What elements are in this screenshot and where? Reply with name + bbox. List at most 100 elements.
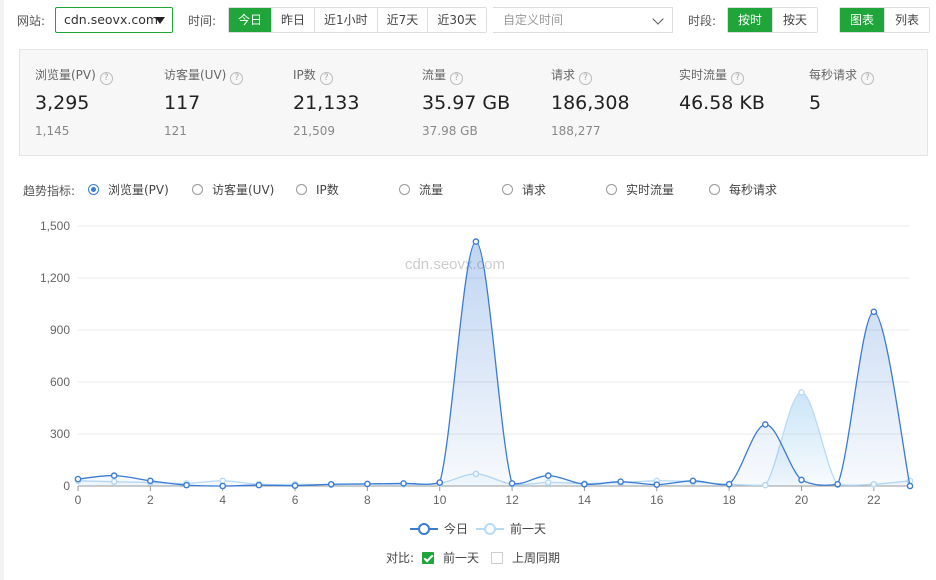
help-icon[interactable]: ? bbox=[861, 72, 875, 85]
stat-prev-value: 1,145 bbox=[35, 124, 70, 138]
trend-chart: 0 300 600 900 1,200 1,500 cdn.seovx.com 0 2 4 6 8 10… bbox=[40, 219, 914, 507]
stat-value: 3,295 bbox=[35, 92, 90, 114]
indicator-option-label: 浏览量(PV) bbox=[108, 183, 169, 197]
stat-prev-value: 121 bbox=[164, 124, 187, 138]
x-tick-label: 16 bbox=[650, 493, 664, 507]
help-icon[interactable]: ? bbox=[319, 72, 333, 85]
compare-option-prev-day[interactable]: 前一天 bbox=[422, 549, 479, 566]
period-option-day[interactable]: 按天 bbox=[773, 8, 817, 32]
data-point-today bbox=[219, 482, 226, 490]
radio-icon bbox=[502, 184, 513, 195]
legend-label: 今日 bbox=[444, 522, 469, 536]
time-option-1h[interactable]: 近1小时 bbox=[315, 8, 378, 32]
radio-icon bbox=[296, 184, 307, 195]
stat-label: 流量 bbox=[422, 68, 447, 82]
stat-label: IP数 bbox=[293, 68, 316, 82]
data-point-today bbox=[74, 475, 82, 483]
indicator-option-uv[interactable]: 访客量(UV) bbox=[192, 181, 274, 198]
custom-time-picker[interactable]: 自定义时间 bbox=[493, 7, 673, 33]
stat-value: 21,133 bbox=[293, 92, 360, 114]
y-tick-label: 1,500 bbox=[40, 219, 70, 233]
custom-time-placeholder: 自定义时间 bbox=[503, 13, 564, 27]
y-tick-label: 1,200 bbox=[40, 271, 70, 285]
time-option-today[interactable]: 今日 bbox=[229, 8, 273, 32]
legend-marker-icon bbox=[476, 523, 504, 535]
x-tick-label: 8 bbox=[364, 493, 371, 507]
indicator-option-rps[interactable]: 每秒请求 bbox=[709, 181, 777, 198]
y-tick-label: 300 bbox=[50, 427, 70, 441]
indicator-option-pv[interactable]: 浏览量(PV) bbox=[88, 181, 169, 198]
checkbox-checked-icon bbox=[422, 552, 434, 564]
data-point-today bbox=[834, 480, 841, 488]
time-option-30d[interactable]: 近30天 bbox=[428, 8, 485, 32]
site-select[interactable]: cdn.seovx.com bbox=[55, 7, 173, 33]
data-point-today bbox=[147, 477, 154, 485]
x-tick-label: 12 bbox=[505, 493, 519, 507]
view-toggle-group: 图表 列表 bbox=[839, 7, 931, 33]
view-option-list[interactable]: 列表 bbox=[885, 8, 929, 32]
y-tick-label: 900 bbox=[50, 323, 70, 337]
data-point-today bbox=[508, 480, 516, 487]
data-point-today bbox=[400, 480, 407, 487]
period-option-hour[interactable]: 按时 bbox=[728, 8, 774, 32]
chevron-down-icon bbox=[652, 13, 664, 25]
indicator-option-label: 每秒请求 bbox=[729, 183, 778, 197]
data-point-prev-day bbox=[219, 477, 226, 485]
data-point-today bbox=[472, 238, 480, 245]
time-option-yesterday[interactable]: 昨日 bbox=[272, 8, 316, 32]
stat-value: 35.97 GB bbox=[422, 92, 511, 114]
data-point-today bbox=[798, 476, 805, 484]
y-tick-label: 0 bbox=[63, 479, 70, 493]
chart-watermark: cdn.seovx.com bbox=[405, 256, 505, 273]
help-icon[interactable]: ? bbox=[731, 72, 745, 85]
radio-icon bbox=[606, 184, 617, 195]
stat-label: 实时流量 bbox=[679, 68, 728, 82]
legend-marker-icon bbox=[410, 523, 438, 535]
data-point-prev-day bbox=[798, 389, 805, 396]
stat-value: 5 bbox=[809, 92, 822, 114]
indicator-option-ip[interactable]: IP数 bbox=[296, 181, 339, 198]
legend-prev-day[interactable]: 前一天 bbox=[476, 520, 546, 537]
data-point-today bbox=[689, 477, 697, 485]
time-option-7d[interactable]: 近7天 bbox=[378, 8, 429, 32]
data-point-today bbox=[581, 480, 588, 488]
stat-prev-value: 37.98 GB bbox=[422, 124, 478, 138]
compare-option-label: 上周同期 bbox=[512, 551, 561, 565]
stat-prev-value: 21,509 bbox=[293, 124, 335, 138]
data-point-today bbox=[291, 482, 299, 489]
stat-value: 46.58 KB bbox=[679, 92, 765, 114]
data-point-today bbox=[436, 479, 444, 486]
site-select-value: cdn.seovx.com bbox=[64, 12, 159, 27]
view-option-chart[interactable]: 图表 bbox=[840, 8, 886, 32]
stat-label: 每秒请求 bbox=[809, 68, 858, 82]
x-tick-label: 14 bbox=[578, 493, 592, 507]
x-tick-label: 18 bbox=[722, 493, 736, 507]
x-tick-label: 22 bbox=[867, 493, 881, 507]
help-icon[interactable]: ? bbox=[99, 72, 113, 85]
time-range-group: 今日 昨日 近1小时 近7天 近30天 bbox=[228, 7, 487, 33]
x-tick-label: 6 bbox=[292, 493, 299, 507]
radio-icon bbox=[399, 184, 410, 195]
data-point-today bbox=[906, 482, 914, 490]
data-point-today bbox=[762, 421, 769, 428]
indicator-label: 趋势指标: bbox=[23, 184, 76, 198]
data-point-today bbox=[327, 480, 335, 488]
stat-value: 117 bbox=[164, 92, 201, 114]
data-point-today bbox=[110, 472, 118, 479]
help-icon[interactable]: ? bbox=[230, 72, 244, 85]
site-label: 网站: bbox=[17, 14, 46, 28]
radio-icon bbox=[709, 184, 720, 195]
legend-today[interactable]: 今日 bbox=[410, 520, 468, 537]
compare-option-last-week[interactable]: 上周同期 bbox=[491, 549, 560, 566]
help-icon[interactable]: ? bbox=[450, 72, 464, 85]
y-tick-label: 600 bbox=[50, 375, 70, 389]
indicator-option-realtime-traffic[interactable]: 实时流量 bbox=[606, 181, 674, 198]
indicator-option-label: IP数 bbox=[316, 183, 339, 197]
x-tick-label: 10 bbox=[433, 493, 447, 507]
indicator-option-traffic[interactable]: 流量 bbox=[399, 181, 443, 198]
help-icon[interactable]: ? bbox=[579, 72, 593, 85]
data-point-today bbox=[183, 481, 190, 489]
data-point-today bbox=[653, 481, 661, 488]
stat-prev-value: 188,277 bbox=[551, 124, 601, 138]
indicator-option-requests[interactable]: 请求 bbox=[502, 181, 546, 198]
